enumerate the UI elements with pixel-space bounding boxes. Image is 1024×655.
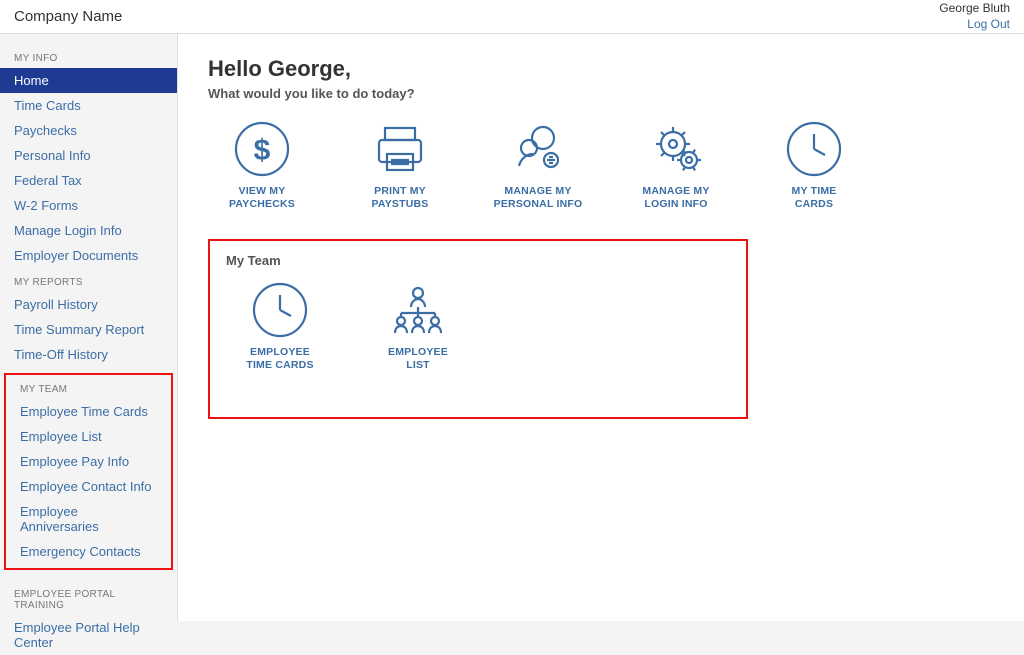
tile-employee-time-cards[interactable]: EMPLOYEE TIME CARDS [226,280,334,372]
sub-greeting: What would you like to do today? [208,86,994,101]
sidebar-item-employee-time-cards[interactable]: Employee Time Cards [6,399,171,424]
tile-view-my-paychecks[interactable]: $ VIEW MY PAYCHECKS [208,119,316,211]
sidebar-item-employee-list[interactable]: Employee List [6,424,171,449]
user-area: George Bluth Log Out [939,1,1010,32]
sidebar-item-personal-info[interactable]: Personal Info [0,143,177,168]
sidebar-item-employee-anniversaries[interactable]: Employee Anniversaries [6,499,171,539]
printer-icon [370,119,430,179]
sidebar-item-paychecks[interactable]: Paychecks [0,118,177,143]
quick-action-tiles: $ VIEW MY PAYCHECKS PRINT MY PAYSTUBS MANAG… [208,119,994,211]
sidebar-item-emergency-contacts[interactable]: Emergency Contacts [6,539,171,564]
sidebar-section-header: MY INFO [0,44,177,68]
team-tiles: EMPLOYEE TIME CARDS EMPLOYEE LIST [226,280,730,372]
tile-employee-list[interactable]: EMPLOYEE LIST [364,280,472,372]
company-name: Company Name [14,8,122,25]
clock-icon [250,280,310,340]
tile-manage-my-personal-info[interactable]: MANAGE MY PERSONAL INFO [484,119,592,211]
tile-print-my-paystubs[interactable]: PRINT MY PAYSTUBS [346,119,454,211]
sidebar-item-w-2-forms[interactable]: W-2 Forms [0,193,177,218]
sidebar-item-employee-contact-info[interactable]: Employee Contact Info [6,474,171,499]
sidebar: MY INFOHomeTime CardsPaychecksPersonal I… [0,34,178,621]
sidebar-item-employee-pay-info[interactable]: Employee Pay Info [6,449,171,474]
clock-icon [784,119,844,179]
tile-my-time-cards[interactable]: MY TIME CARDS [760,119,868,211]
sidebar-item-employer-documents[interactable]: Employer Documents [0,243,177,268]
tile-label: PRINT MY PAYSTUBS [346,185,454,211]
sidebar-section-header: MY REPORTS [0,268,177,292]
tile-label: EMPLOYEE TIME CARDS [226,346,334,372]
org-icon [388,280,448,340]
people-icon [508,119,568,179]
gear-icon [646,119,706,179]
dollar-icon: $ [232,119,292,179]
sidebar-item-payroll-history[interactable]: Payroll History [0,292,177,317]
sidebar-section-header: EMPLOYEE PORTAL TRAINING [0,580,177,615]
greeting: Hello George, [208,56,994,82]
sidebar-item-time-summary-report[interactable]: Time Summary Report [0,317,177,342]
tile-label: VIEW MY PAYCHECKS [208,185,316,211]
tile-label: MANAGE MY PERSONAL INFO [484,185,592,211]
top-bar: Company Name George Bluth Log Out [0,0,1024,34]
sidebar-item-employee-portal-help-center[interactable]: Employee Portal Help Center [0,615,177,655]
sidebar-item-federal-tax[interactable]: Federal Tax [0,168,177,193]
sidebar-section-header: MY TEAM [6,375,171,399]
main-content: Hello George, What would you like to do … [178,34,1024,621]
my-team-title: My Team [226,253,730,268]
tile-label: MANAGE MY LOGIN INFO [622,185,730,211]
sidebar-item-time-off-history[interactable]: Time-Off History [0,342,177,367]
sidebar-item-home[interactable]: Home [0,68,177,93]
my-team-section: My Team EMPLOYEE TIME CARDS EMPLOYEE LIST [208,239,748,418]
tile-label: EMPLOYEE LIST [364,346,472,372]
user-name: George Bluth [939,1,1010,17]
svg-text:$: $ [254,134,271,167]
tile-label: MY TIME CARDS [760,185,868,211]
tile-manage-my-login-info[interactable]: MANAGE MY LOGIN INFO [622,119,730,211]
sidebar-item-manage-login-info[interactable]: Manage Login Info [0,218,177,243]
logout-link[interactable]: Log Out [939,17,1010,33]
sidebar-item-time-cards[interactable]: Time Cards [0,93,177,118]
